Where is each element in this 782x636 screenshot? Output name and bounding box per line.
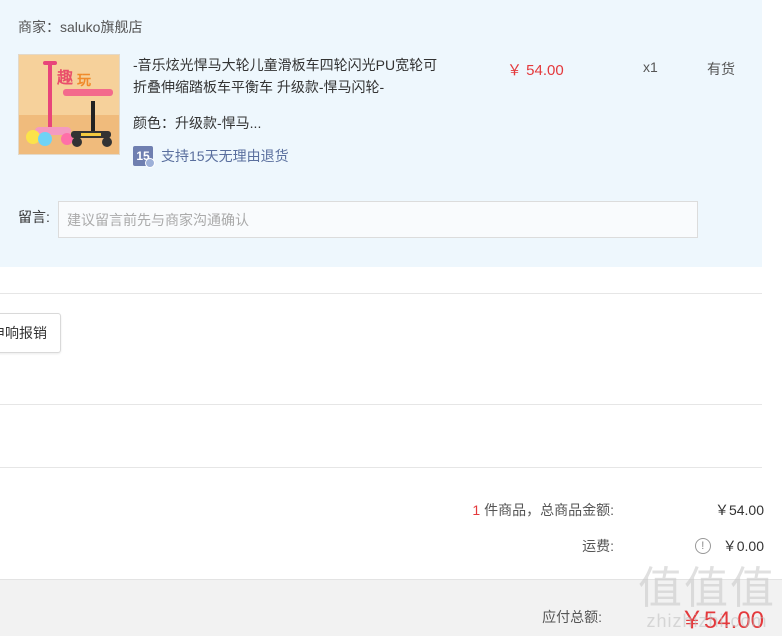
quantity: x1: [643, 59, 658, 75]
goods-total-text: 件商品，总商品金额:: [480, 502, 614, 518]
info-icon[interactable]: !: [694, 538, 711, 554]
message-label: 留言:: [18, 209, 50, 225]
section-divider: [0, 293, 762, 294]
watermark-url: zhizhizhi.com: [646, 611, 768, 631]
goods-total-row: 1 件商品，总商品金额: ￥54.00: [472, 500, 764, 520]
goods-total-value: ￥54.00: [714, 502, 764, 518]
return-policy: 15 支持15天无理由退货: [133, 146, 289, 168]
shop-label: 商家：: [18, 19, 60, 35]
section-divider: [0, 404, 762, 405]
return-policy-text: 支持15天无理由退货: [161, 148, 289, 164]
section-divider: [0, 467, 762, 468]
product-title-link[interactable]: -音乐炫光悍马大轮儿童滑板车四轮闪光PU宽轮可折叠伸缩踏板车平衡车 升级款-悍马…: [133, 54, 443, 98]
shipping-value-wrap: ! ￥0.00: [614, 536, 764, 556]
svg-text:趣: 趣: [56, 68, 74, 87]
message-input[interactable]: [58, 201, 698, 238]
product-spec: 颜色：升级款-悍马...: [133, 115, 262, 131]
order-shop-panel: 商家：saluko旗舰店 趣 玩 -音乐炫光悍马大轮儿童滑板车四轮闪光PU宽轮可…: [0, 0, 762, 267]
product-thumbnail[interactable]: 趣 玩: [18, 54, 120, 155]
shipping-value: ￥0.00: [722, 538, 764, 554]
goods-total-label: 1 件商品，总商品金额:: [472, 500, 614, 520]
watermark-glyphs: 值值值: [638, 563, 776, 614]
reimburse-button[interactable]: 申响报销: [0, 313, 61, 353]
shipping-row: 运费: ! ￥0.00: [582, 536, 764, 556]
svg-text:玩: 玩: [77, 73, 91, 89]
unit-price: ￥ 54.00: [507, 62, 564, 79]
return-15-days-icon: 15: [133, 146, 155, 168]
shop-name-link[interactable]: saluko旗舰店: [60, 19, 142, 35]
watermark-logo: 值值值 zhizhizhi.com: [638, 567, 776, 632]
payable-label: 应付总额:: [542, 609, 602, 625]
stock-status: 有货: [707, 61, 735, 77]
shipping-label: 运费:: [582, 538, 614, 554]
shop-header: 商家：saluko旗舰店: [18, 17, 142, 37]
